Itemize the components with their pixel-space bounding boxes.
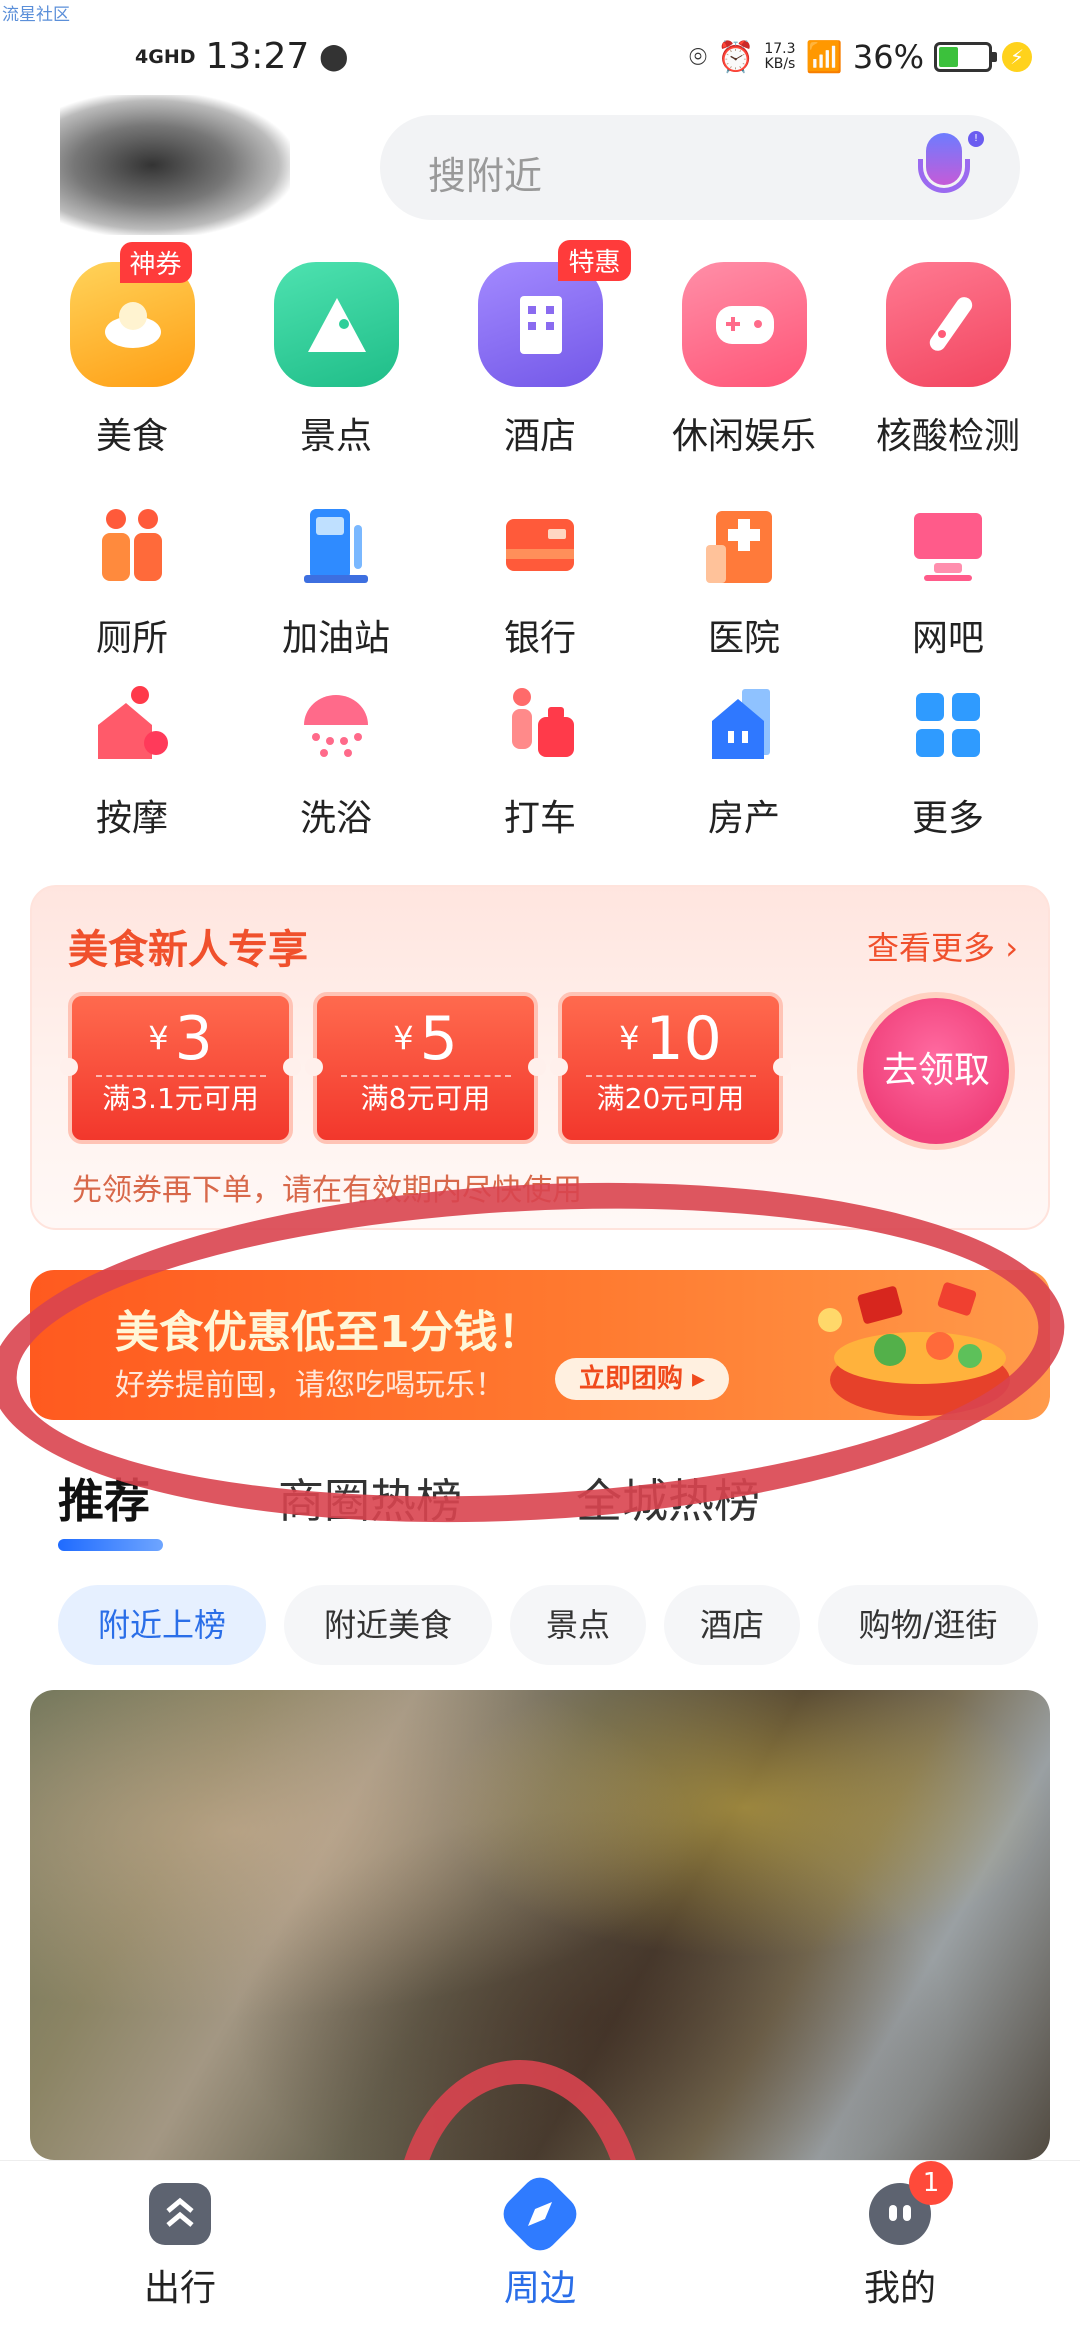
category-label: 更多 — [911, 798, 984, 839]
category-bank[interactable]: 银行 — [440, 505, 640, 661]
food-bowl-icon — [818, 1282, 1010, 1416]
category-nucleic-test[interactable]: 核酸检测 — [848, 262, 1048, 459]
category-more[interactable]: 更多 — [848, 685, 1048, 841]
newcomer-coupon-card: 美食新人专享 查看更多 › ¥3 满3.1元可用 ¥5 满8元可用 ¥10 满2… — [30, 885, 1050, 1230]
hospital-icon — [704, 505, 784, 585]
category-badge: 特惠 — [558, 240, 631, 281]
filter-chips: 附近上榜 附近美食 景点 酒店 购物/逛街 — [58, 1585, 1080, 1665]
taxi-icon — [500, 685, 580, 765]
banner-subtitle: 好券提前囤，请您吃喝玩乐！ — [115, 1368, 505, 1403]
bank-card-icon — [500, 505, 580, 585]
category-internet-cafe[interactable]: 网吧 — [848, 505, 1048, 661]
test-tube-icon — [885, 262, 1011, 387]
category-hospital[interactable]: 医院 — [644, 505, 844, 661]
notification-badge: 1 — [909, 2161, 953, 2205]
search-placeholder: 搜附近 — [428, 154, 543, 198]
battery-icon — [934, 42, 997, 72]
coupon-tip-text: 先领券再下单，请在有效期内尽快使用 — [72, 1173, 582, 1208]
nav-travel[interactable]: 出行 — [80, 2183, 280, 2311]
view-more-link[interactable]: 查看更多 › — [867, 923, 1018, 969]
category-label: 加油站 — [281, 618, 390, 659]
category-label: 洗浴 — [299, 798, 372, 839]
feed-tabs: 推荐 商圈热榜 全城热榜 — [58, 1465, 1058, 1555]
coupon-ticket[interactable]: ¥5 满8元可用 — [305, 992, 546, 1144]
gas-station-icon — [296, 505, 376, 585]
shower-icon — [296, 685, 376, 765]
category-label: 按摩 — [95, 798, 168, 839]
group-buy-button[interactable]: 立即团购 ▸ — [555, 1358, 730, 1400]
gamepad-icon — [681, 262, 807, 387]
network-indicator: 4GHD — [135, 45, 196, 68]
category-taxi[interactable]: 打车 — [440, 685, 640, 841]
nav-nearby[interactable]: 周边 — [440, 2170, 640, 2311]
category-label: 核酸检测 — [875, 416, 1020, 457]
alarm-icon: ⏰ — [716, 39, 755, 75]
category-scenic[interactable]: 景点 — [236, 262, 436, 459]
category-massage[interactable]: 按摩 — [32, 685, 232, 841]
banner-title: 美食优惠低至1分钱！ — [115, 1307, 542, 1358]
tab-city-hot[interactable]: 全城热榜 — [576, 1465, 760, 1531]
chip-scenic[interactable]: 景点 — [510, 1585, 646, 1665]
active-tab-indicator — [58, 1539, 163, 1551]
wifi-icon: 📶 — [805, 39, 843, 75]
massage-icon — [92, 685, 172, 765]
category-label: 医院 — [707, 618, 780, 659]
status-time: 13:27 — [205, 36, 310, 77]
coupon-card-title: 美食新人专享 — [68, 927, 308, 973]
travel-icon — [149, 2183, 211, 2245]
category-hotel[interactable]: 特惠 酒店 — [440, 240, 640, 459]
category-label: 美食 — [95, 416, 168, 457]
status-bar: 4GHD 13:27 ⬤ ⌾ ⏰ 17.3 KB/s 📶 36% ⚡ — [0, 30, 1080, 90]
category-food[interactable]: 神券 美食 — [32, 242, 232, 459]
location-icon: ⌾ — [688, 39, 707, 75]
watermark-text: 流星社区 — [2, 5, 70, 25]
category-label: 厕所 — [95, 618, 168, 659]
battery-percent: 36% — [852, 38, 924, 76]
category-label: 房产 — [707, 798, 780, 839]
grid-icon — [908, 685, 988, 765]
food-icon: 神券 — [69, 242, 195, 387]
tab-recommend[interactable]: 推荐 — [58, 1465, 150, 1531]
chevron-right-icon: › — [1005, 929, 1018, 967]
category-gas-station[interactable]: 加油站 — [236, 505, 436, 661]
location-small-icon: ⬤ — [319, 41, 349, 72]
category-badge: 神券 — [119, 242, 192, 283]
microphone-icon[interactable]: ! — [918, 131, 984, 203]
category-label: 休闲娱乐 — [671, 416, 816, 457]
tab-business-hot[interactable]: 商圈热榜 — [278, 1465, 462, 1531]
category-label: 酒店 — [503, 416, 576, 457]
category-real-estate[interactable]: 房产 — [644, 685, 844, 841]
hotel-icon: 特惠 — [477, 240, 631, 387]
nav-profile[interactable]: 1 我的 — [800, 2161, 1000, 2311]
chip-hotel[interactable]: 酒店 — [664, 1585, 800, 1665]
monitor-icon — [908, 505, 988, 585]
toilet-icon — [92, 505, 172, 585]
feed-card-image[interactable] — [30, 1690, 1050, 2160]
coupon-ticket[interactable]: ¥10 满20元可用 — [550, 992, 791, 1144]
category-label: 景点 — [299, 416, 372, 457]
category-label: 打车 — [503, 798, 576, 839]
category-bath[interactable]: 洗浴 — [236, 685, 436, 841]
avatar[interactable] — [60, 95, 290, 235]
network-speed: 17.3 KB/s — [764, 41, 796, 72]
category-label: 网吧 — [911, 618, 984, 659]
scenic-icon — [273, 262, 399, 387]
promo-banner[interactable]: 美食优惠低至1分钱！ 好券提前囤，请您吃喝玩乐！ 立即团购 ▸ — [30, 1270, 1050, 1420]
compass-icon — [496, 2170, 584, 2258]
chip-nearby-food[interactable]: 附近美食 — [284, 1585, 492, 1665]
claim-coupons-button[interactable]: 去领取 — [857, 992, 1015, 1150]
category-label: 银行 — [503, 618, 576, 659]
search-bar[interactable]: 搜附近 ! — [380, 115, 1020, 220]
bottom-nav: 出行 周边 1 我的 — [0, 2160, 1080, 2340]
coupon-ticket[interactable]: ¥3 满3.1元可用 — [60, 992, 301, 1144]
charging-icon: ⚡ — [1002, 42, 1032, 72]
profile-icon: 1 — [869, 2161, 953, 2245]
category-toilet[interactable]: 厕所 — [32, 505, 232, 661]
chip-nearby-ranked[interactable]: 附近上榜 — [58, 1585, 266, 1665]
category-entertainment[interactable]: 休闲娱乐 — [644, 262, 844, 459]
chip-shopping[interactable]: 购物/逛街 — [818, 1585, 1038, 1665]
house-icon — [704, 685, 784, 765]
